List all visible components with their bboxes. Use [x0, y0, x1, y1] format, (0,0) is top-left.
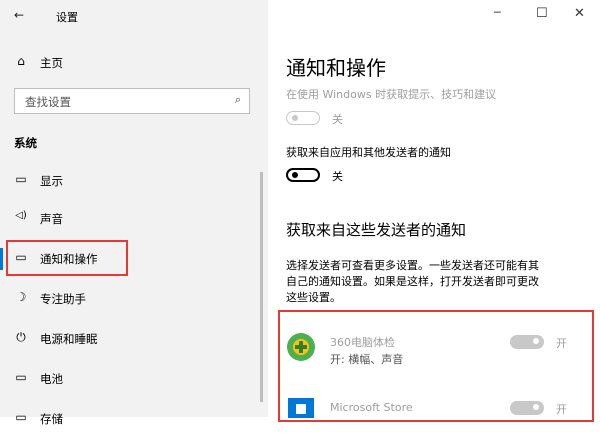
power-icon: ⏻: [16, 330, 26, 344]
sidebar-item-display[interactable]: ▭ 显示: [0, 162, 268, 200]
minimize-button[interactable]: ─: [494, 6, 501, 19]
sidebar-item-label: 显示: [40, 174, 63, 188]
selection-indicator: [0, 248, 3, 270]
senders-desc-line: 这些设置。: [286, 291, 341, 304]
sidebar-item-label: 声音: [40, 212, 63, 226]
sidebar-item-sound[interactable]: ◁) 声音: [0, 200, 268, 238]
search-placeholder: 查找设置: [25, 95, 71, 109]
sender-detail: 开: 横幅、声音: [330, 353, 404, 366]
sender-row-360[interactable]: 360电脑体检 开: 横幅、声音 开: [284, 330, 584, 374]
sidebar-item-label: 电池: [40, 372, 63, 386]
home-icon: ⌂: [17, 54, 25, 68]
sender-toggle-state: 开: [556, 337, 567, 350]
sender-row-microsoft-store[interactable]: Microsoft Store 开: [284, 398, 584, 418]
back-arrow-icon[interactable]: ←: [14, 8, 24, 22]
sidebar-item-label: 专注助手: [40, 292, 86, 306]
search-input[interactable]: 查找设置 ⌕: [14, 88, 250, 114]
moon-icon: ☽: [15, 290, 27, 304]
main-panel: ─ ☐ ✕ 通知和操作 在使用 Windows 时获取提示、技巧和建议 关 获取…: [268, 0, 600, 422]
sidebar-item-battery[interactable]: ▭ 电池: [0, 360, 268, 398]
highlight-box-sidebar: [6, 240, 128, 276]
close-button[interactable]: ✕: [574, 6, 585, 21]
sidebar-item-label: 主页: [40, 56, 63, 70]
toggle-knob: [292, 115, 298, 121]
sidebar-item-focus-assist[interactable]: ☽ 专注助手: [0, 280, 268, 318]
apps-notif-toggle-state: 关: [332, 170, 343, 183]
sender-name: 360电脑体检: [330, 336, 395, 349]
battery-icon: ▭: [15, 370, 27, 384]
sidebar-item-storage[interactable]: ▭ 存储: [0, 400, 268, 438]
sidebar-item-power[interactable]: ⏻ 电源和睡眠: [0, 320, 268, 358]
store-bag-icon: [288, 398, 314, 418]
toggle-knob: [533, 404, 539, 410]
sidebar-item-home[interactable]: ⌂ 主页: [0, 44, 268, 82]
monitor-icon: ▭: [15, 172, 27, 186]
360-shield-icon: [287, 333, 315, 361]
toggle-knob: [533, 338, 539, 344]
tips-label: 在使用 Windows 时获取提示、技巧和建议: [286, 88, 497, 101]
senders-desc-line: 自己的通知设置。如果是这样，打开发送者即可更改: [286, 275, 539, 288]
apps-notif-label: 获取来自应用和其他发送者的通知: [286, 146, 451, 159]
search-icon: ⌕: [234, 93, 241, 106]
speaker-icon: ◁): [15, 210, 27, 221]
storage-icon: ▭: [15, 410, 27, 424]
sender-name: Microsoft Store: [330, 401, 413, 414]
sender-toggle-state: 开: [556, 403, 567, 416]
sidebar: ← 设置 ⌂ 主页 查找设置 ⌕ 系统 ▭ 显示 ◁) 声音 ▭ 通知和操作 ☽…: [0, 0, 268, 426]
sender-toggle[interactable]: [510, 335, 544, 349]
sidebar-item-label: 电源和睡眠: [40, 332, 98, 346]
tips-toggle-state: 关: [332, 113, 343, 126]
maximize-button[interactable]: ☐: [536, 6, 548, 21]
senders-desc-line: 选择发送者可查看更多设置。一些发送者还可能有其: [286, 259, 539, 272]
sidebar-item-label: 存储: [40, 412, 63, 426]
window-title: 设置: [56, 11, 78, 24]
apps-notif-toggle[interactable]: [286, 168, 320, 182]
page-title: 通知和操作: [286, 56, 386, 80]
section-title: 系统: [14, 136, 37, 150]
sender-toggle[interactable]: [510, 401, 544, 415]
sidebar-scrollbar[interactable]: [260, 172, 263, 402]
toggle-knob: [292, 172, 298, 178]
tips-toggle[interactable]: [286, 111, 320, 125]
senders-heading: 获取来自这些发送者的通知: [286, 221, 467, 239]
